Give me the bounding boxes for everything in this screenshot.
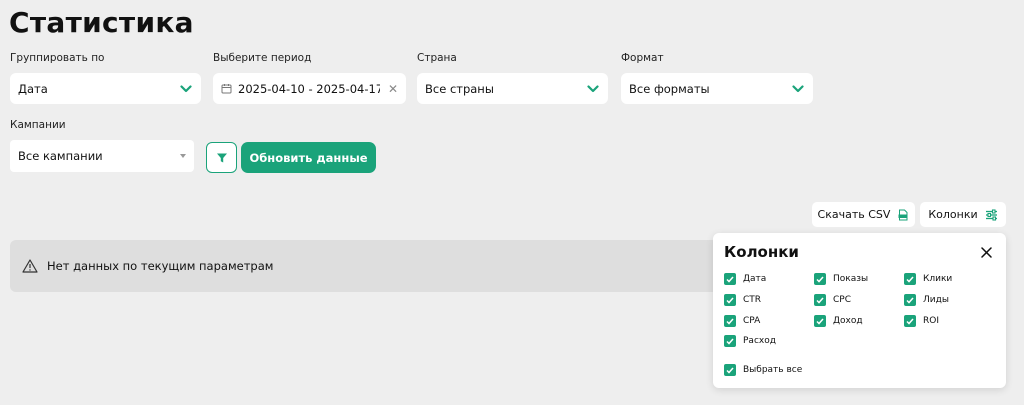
- columns-button-label: Колонки: [928, 208, 978, 221]
- checkbox-checked-icon[interactable]: [814, 294, 826, 306]
- column-option-label: CTR: [743, 295, 762, 305]
- checkbox-checked-icon[interactable]: [904, 273, 916, 285]
- checkbox-checked-icon[interactable]: [814, 315, 826, 327]
- format-value: Все форматы: [629, 81, 710, 96]
- country-select[interactable]: Все страны: [417, 73, 608, 104]
- column-option-label: CPC: [833, 295, 851, 305]
- group-by-label: Группировать по: [10, 52, 105, 64]
- campaigns-value: Все кампании: [18, 149, 103, 163]
- column-option-income[interactable]: Доход: [814, 315, 863, 327]
- checkbox-checked-icon[interactable]: [724, 335, 736, 347]
- column-option-ctr[interactable]: CTR: [724, 294, 761, 306]
- download-csv-label: Скачать CSV: [817, 208, 891, 221]
- column-option-label: CPA: [743, 316, 761, 326]
- caret-down-icon: [180, 154, 186, 158]
- notice-text: Нет данных по текущим параметрам: [47, 259, 274, 273]
- country-value: Все страны: [425, 81, 494, 96]
- campaigns-label: Кампании: [10, 119, 66, 131]
- checkbox-checked-icon[interactable]: [724, 364, 736, 376]
- select-all-option[interactable]: Выбрать все: [724, 364, 802, 376]
- chevron-down-icon: [791, 82, 805, 96]
- columns-panel-title: Колонки: [724, 243, 799, 261]
- period-label: Выберите период: [213, 52, 312, 64]
- format-select[interactable]: Все форматы: [621, 73, 813, 104]
- column-option-impressions[interactable]: Показы: [814, 273, 868, 285]
- column-option-label: Клики: [923, 274, 953, 284]
- column-option-label: Дата: [743, 274, 767, 284]
- no-data-notice: Нет данных по текущим параметрам: [10, 240, 750, 292]
- calendar-icon: [221, 83, 233, 95]
- filter-button[interactable]: [206, 142, 237, 173]
- column-option-cpa[interactable]: CPA: [724, 315, 760, 327]
- clear-icon[interactable]: ✕: [388, 82, 398, 96]
- campaigns-select[interactable]: Все кампании: [10, 140, 194, 172]
- format-label: Формат: [621, 52, 664, 64]
- columns-button[interactable]: Колонки: [920, 202, 1006, 227]
- sliders-icon: [985, 208, 998, 221]
- download-csv-button[interactable]: Скачать CSV: [812, 202, 915, 227]
- column-option-spend[interactable]: Расход: [724, 335, 776, 347]
- column-option-label: Показы: [833, 274, 869, 284]
- column-option-cpc[interactable]: CPC: [814, 294, 851, 306]
- column-option-leads[interactable]: Лиды: [904, 294, 949, 306]
- column-option-label: ROI: [923, 316, 939, 326]
- period-picker[interactable]: 2025-04-10 - 2025-04-17 ✕: [213, 73, 406, 104]
- warning-icon: [22, 259, 38, 273]
- group-by-select[interactable]: Дата: [10, 73, 201, 104]
- group-by-value: Дата: [18, 81, 48, 96]
- checkbox-checked-icon[interactable]: [814, 273, 826, 285]
- chevron-down-icon: [179, 82, 193, 96]
- columns-panel: Колонки Дата Показы Клики CTR CPC Лиды C…: [713, 233, 1006, 388]
- checkbox-checked-icon[interactable]: [904, 315, 916, 327]
- checkbox-checked-icon[interactable]: [724, 294, 736, 306]
- checkbox-checked-icon[interactable]: [724, 273, 736, 285]
- filter-icon: [216, 152, 228, 164]
- close-icon[interactable]: [978, 244, 994, 260]
- select-all-label: Выбрать все: [743, 365, 803, 375]
- checkbox-checked-icon[interactable]: [724, 315, 736, 327]
- column-option-roi[interactable]: ROI: [904, 315, 939, 327]
- column-option-label: Доход: [833, 316, 863, 326]
- column-option-clicks[interactable]: Клики: [904, 273, 952, 285]
- column-option-date[interactable]: Дата: [724, 273, 766, 285]
- country-label: Страна: [417, 52, 457, 64]
- column-option-label: Расход: [743, 336, 776, 346]
- refresh-data-button[interactable]: Обновить данные: [241, 142, 376, 173]
- chevron-down-icon: [586, 82, 600, 96]
- csv-file-icon: [897, 209, 909, 221]
- period-value: 2025-04-10 - 2025-04-17: [238, 81, 380, 96]
- column-option-label: Лиды: [923, 295, 949, 305]
- page-title: Статистика: [9, 6, 194, 39]
- checkbox-checked-icon[interactable]: [904, 294, 916, 306]
